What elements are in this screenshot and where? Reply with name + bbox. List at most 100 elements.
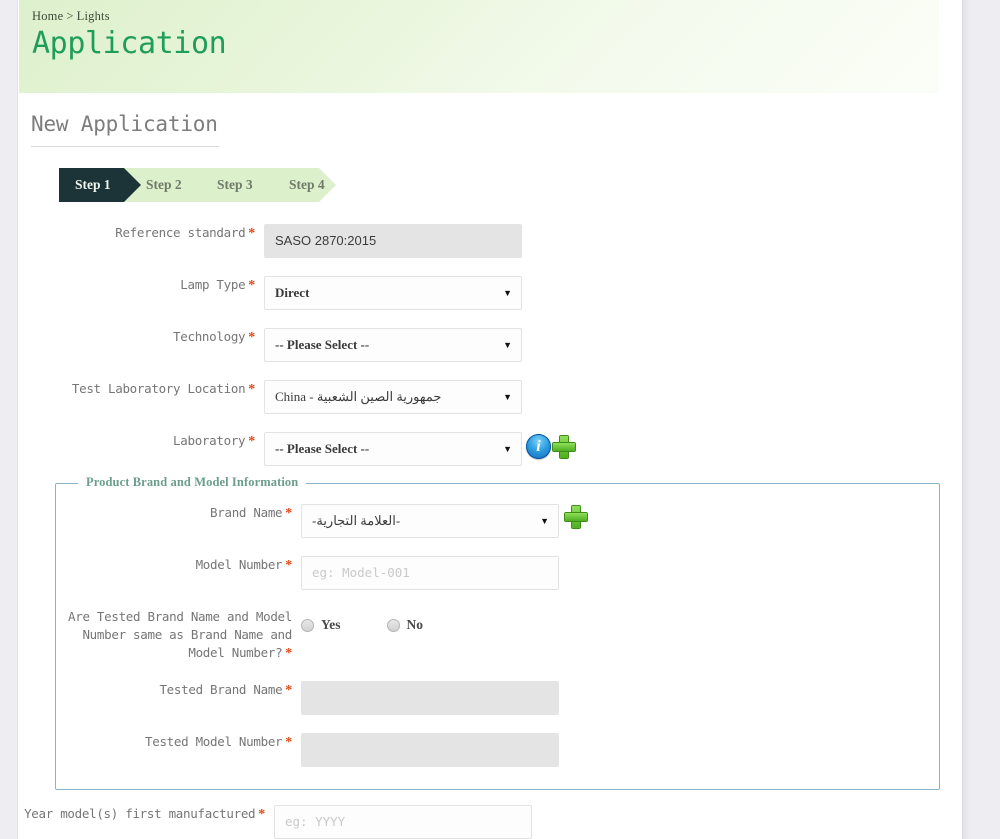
chevron-down-icon: ▼ xyxy=(503,340,512,350)
section-heading-block: New Application xyxy=(31,112,219,147)
radio-dot-no[interactable] xyxy=(386,618,400,632)
required-marker: * xyxy=(285,683,292,698)
model-number-input[interactable] xyxy=(301,556,559,590)
control-tested-model-number xyxy=(301,733,559,767)
info-icon[interactable] xyxy=(526,434,551,459)
fieldset-legend: Product Brand and Model Information xyxy=(78,475,307,490)
chevron-down-icon: ▼ xyxy=(503,392,512,402)
plus-icon[interactable] xyxy=(553,435,575,458)
control-tested-same-question: Yes No xyxy=(301,608,469,642)
control-model-number xyxy=(301,556,559,590)
label-lamp-type-text: Lamp Type xyxy=(180,277,246,292)
brand-name-select[interactable]: -العلامة التجارية- ▼ xyxy=(301,504,559,538)
label-year-first-manufactured-text: Year model(s) first manufactured xyxy=(24,806,256,821)
reference-standard-readonly: SASO 2870:2015 xyxy=(264,224,522,258)
control-tested-brand-name xyxy=(301,681,559,715)
control-laboratory: -- Please Select -- ▼ xyxy=(264,432,575,466)
laboratory-select[interactable]: -- Please Select -- ▼ xyxy=(264,432,522,466)
technology-select[interactable]: -- Please Select -- ▼ xyxy=(264,328,522,362)
radio-option-no[interactable]: No xyxy=(386,617,423,633)
label-technology-text: Technology xyxy=(173,329,246,344)
lamp-type-select[interactable]: Direct ▼ xyxy=(264,276,522,310)
label-tested-brand-name-text: Tested Brand Name xyxy=(159,682,283,697)
required-marker: * xyxy=(248,278,255,293)
product-brand-model-fieldset: Product Brand and Model Information Bran… xyxy=(55,475,940,790)
field-row-test-laboratory-location: Test Laboratory Location * China - جمهوري… xyxy=(19,380,962,414)
label-reference-standard: Reference standard * xyxy=(19,224,264,243)
required-marker: * xyxy=(248,434,255,449)
trailing-form: Year model(s) first manufactured * xyxy=(19,805,962,839)
page-header-band: Home > Lights Application xyxy=(19,0,939,93)
left-page-gutter xyxy=(0,0,18,839)
brand-name-icon-group xyxy=(565,506,587,528)
label-laboratory-text: Laboratory xyxy=(173,433,246,448)
plus-icon[interactable] xyxy=(565,506,587,528)
chevron-down-icon: ▼ xyxy=(540,516,549,526)
application-form: Reference standard * SASO 2870:2015 Lamp … xyxy=(19,224,962,466)
section-divider xyxy=(31,146,219,147)
label-tested-same-question: Are Tested Brand Name and Model Number s… xyxy=(56,608,301,663)
label-tested-model-number-text: Tested Model Number xyxy=(145,734,283,749)
label-brand-name-text: Brand Name xyxy=(210,505,283,520)
right-scroll-gutter[interactable] xyxy=(962,0,1000,839)
breadcrumb-home[interactable]: Home xyxy=(32,9,63,23)
step-1[interactable]: Step 1 xyxy=(75,168,111,202)
field-row-brand-name: Brand Name * -العلامة التجارية- ▼ xyxy=(56,504,939,538)
breadcrumb: Home > Lights xyxy=(32,9,939,24)
field-row-model-number: Model Number * xyxy=(56,556,939,590)
radio-group-tested-same: Yes No xyxy=(301,608,469,642)
year-first-manufactured-input[interactable] xyxy=(274,805,532,839)
field-row-tested-brand-name: Tested Brand Name * xyxy=(56,681,939,715)
required-marker: * xyxy=(285,558,292,573)
label-laboratory: Laboratory * xyxy=(19,432,264,451)
breadcrumb-separator: > xyxy=(66,9,74,23)
required-marker: * xyxy=(248,330,255,345)
chevron-down-icon: ▼ xyxy=(503,444,512,454)
label-brand-name: Brand Name * xyxy=(56,504,301,523)
test-laboratory-location-selected-value: China - جمهورية الصين الشعبية xyxy=(275,389,442,404)
step-3[interactable]: Step 3 xyxy=(217,168,253,202)
page-canvas: Home > Lights Application New Application … xyxy=(19,0,962,839)
step-4[interactable]: Step 4 xyxy=(289,168,325,202)
label-year-first-manufactured: Year model(s) first manufactured * xyxy=(19,805,274,824)
radio-label-yes: Yes xyxy=(321,617,341,632)
scrollbar-track[interactable] xyxy=(963,0,970,839)
test-laboratory-location-select[interactable]: China - جمهورية الصين الشعبية ▼ xyxy=(264,380,522,414)
breadcrumb-current[interactable]: Lights xyxy=(77,9,110,23)
control-technology: -- Please Select -- ▼ xyxy=(264,328,522,362)
label-test-laboratory-location-text: Test Laboratory Location xyxy=(71,381,246,396)
required-marker: * xyxy=(285,735,292,750)
field-row-laboratory: Laboratory * -- Please Select -- ▼ xyxy=(19,432,962,466)
section-title: New Application xyxy=(31,112,218,136)
step-2[interactable]: Step 2 xyxy=(146,168,182,202)
required-marker: * xyxy=(285,506,292,521)
label-tested-model-number: Tested Model Number * xyxy=(56,733,301,752)
radio-dot-yes[interactable] xyxy=(301,618,314,632)
required-marker: * xyxy=(248,226,255,241)
required-marker: * xyxy=(258,807,265,822)
laboratory-icon-group xyxy=(526,434,575,459)
field-row-tested-same-question: Are Tested Brand Name and Model Number s… xyxy=(56,608,939,663)
label-technology: Technology * xyxy=(19,328,264,347)
required-marker: * xyxy=(248,382,255,397)
control-brand-name: -العلامة التجارية- ▼ xyxy=(301,504,587,538)
lamp-type-selected-value: Direct xyxy=(275,285,310,300)
field-row-year-first-manufactured: Year model(s) first manufactured * xyxy=(19,805,962,839)
label-tested-brand-name: Tested Brand Name * xyxy=(56,681,301,700)
label-tested-same-question-text: Are Tested Brand Name and Model Number s… xyxy=(68,609,292,660)
label-model-number-text: Model Number xyxy=(195,557,283,572)
control-reference-standard: SASO 2870:2015 xyxy=(264,224,522,258)
tested-brand-name-readonly xyxy=(301,681,559,715)
control-lamp-type: Direct ▼ xyxy=(264,276,522,310)
brand-name-selected-value: -العلامة التجارية- xyxy=(312,513,401,528)
radio-option-yes[interactable]: Yes xyxy=(301,617,341,633)
field-row-tested-model-number: Tested Model Number * xyxy=(56,733,939,767)
chevron-down-icon: ▼ xyxy=(503,288,512,298)
tested-model-number-readonly xyxy=(301,733,559,767)
